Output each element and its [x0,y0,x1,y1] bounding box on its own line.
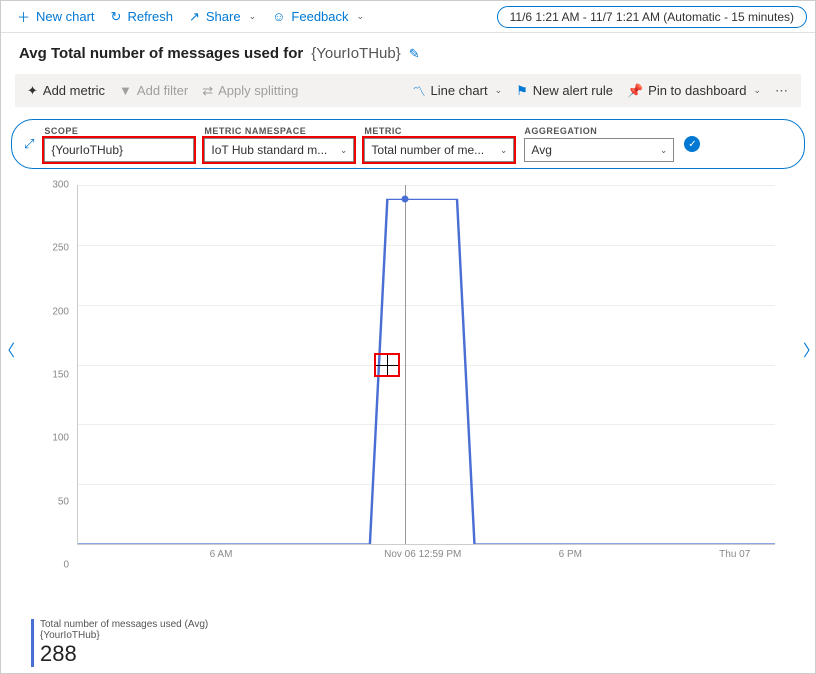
legend-value: 288 [40,641,208,667]
split-icon: ⇄ [202,83,213,99]
metric-value: Total number of me... [371,143,484,157]
metric-picker[interactable]: METRIC Total number of me... ⌄ [364,126,514,162]
apply-splitting-button[interactable]: ⇄ Apply splitting [202,83,298,99]
chevron-down-icon: ⌄ [753,85,761,96]
share-label: Share [206,9,241,24]
chart-type-button[interactable]: 〽 Line chart ⌄ [412,81,502,100]
series-line [78,185,775,544]
chevron-down-icon: ⌄ [660,145,668,156]
aggregation-value: Avg [531,143,551,157]
more-options-button[interactable]: ⋯ [775,83,789,99]
y-axis: 300 250 200 150 100 50 0 [33,185,69,565]
time-range-selector[interactable]: 11/6 1:21 AM - 11/7 1:21 AM (Automatic -… [497,6,807,28]
hover-guideline [405,185,406,544]
scope-picker[interactable]: SCOPE {YourIoTHub} [44,126,194,162]
pin-to-dashboard-button[interactable]: 📌 Pin to dashboard ⌄ [627,83,761,99]
chart-title: Avg Total number of messages used for {Y… [1,33,815,74]
scope-label: SCOPE [44,126,194,136]
legend-series-name: Total number of messages used (Avg) [40,619,208,630]
new-alert-label: New alert rule [533,83,613,98]
time-range-text: 11/6 1:21 AM - 11/7 1:21 AM (Automatic -… [510,10,794,24]
alert-icon: ⚑ [516,83,528,99]
namespace-value: IoT Hub standard m... [211,143,327,157]
hover-point [401,196,408,203]
pin-label: Pin to dashboard [648,83,746,98]
add-metric-icon: ✦ [27,83,38,99]
line-chart-icon: 〽 [412,81,425,100]
prev-chart-button[interactable]: 〈 [0,337,13,351]
chevron-down-icon: ⌄ [495,85,503,96]
chart-legend[interactable]: Total number of messages used (Avg) {You… [31,619,208,667]
expand-picker-icon[interactable]: ⤢ [24,136,34,152]
next-chart-button[interactable]: 〉 [803,337,816,351]
edit-title-button[interactable]: ✎ [409,46,420,62]
title-prefix: Avg Total number of messages used for [19,45,303,62]
filter-icon: ▼ [119,83,132,98]
add-filter-button[interactable]: ▼ Add filter [119,83,188,98]
legend-resource-name: {YourIoTHub} [40,630,208,641]
chevron-down-icon: ⌄ [340,145,348,156]
namespace-picker[interactable]: METRIC NAMESPACE IoT Hub standard m... ⌄ [204,126,354,162]
crosshair-cursor [374,353,400,377]
new-chart-label: New chart [36,9,95,24]
new-chart-button[interactable]: ＋New chart [9,4,103,29]
scope-value: {YourIoTHub} [51,143,123,157]
refresh-button[interactable]: ↻Refresh [103,6,181,28]
feedback-button[interactable]: ☺Feedback⌄ [264,6,372,27]
add-metric-label: Add metric [43,83,105,98]
new-alert-rule-button[interactable]: ⚑ New alert rule [516,83,613,99]
chevron-down-icon: ⌄ [500,145,508,156]
metric-label: METRIC [364,126,514,136]
add-filter-label: Add filter [137,83,188,98]
chart-plot-area[interactable] [77,185,775,545]
refresh-label: Refresh [127,9,173,24]
chevron-down-icon: ⌄ [357,11,365,22]
add-metric-button[interactable]: ✦ Add metric [27,83,105,99]
aggregation-picker[interactable]: AGGREGATION Avg ⌄ [524,126,674,162]
chevron-down-icon: ⌄ [249,11,257,22]
confirm-metric-button[interactable]: ✓ [684,136,700,152]
chart-type-label: Line chart [430,83,487,98]
title-subject: {YourIoTHub} [311,45,401,62]
pin-icon: 📌 [627,83,643,99]
apply-splitting-label: Apply splitting [218,83,298,98]
feedback-label: Feedback [291,9,348,24]
namespace-label: METRIC NAMESPACE [204,126,354,136]
aggregation-label: AGGREGATION [524,126,674,136]
share-button[interactable]: ↗Share⌄ [181,6,264,28]
